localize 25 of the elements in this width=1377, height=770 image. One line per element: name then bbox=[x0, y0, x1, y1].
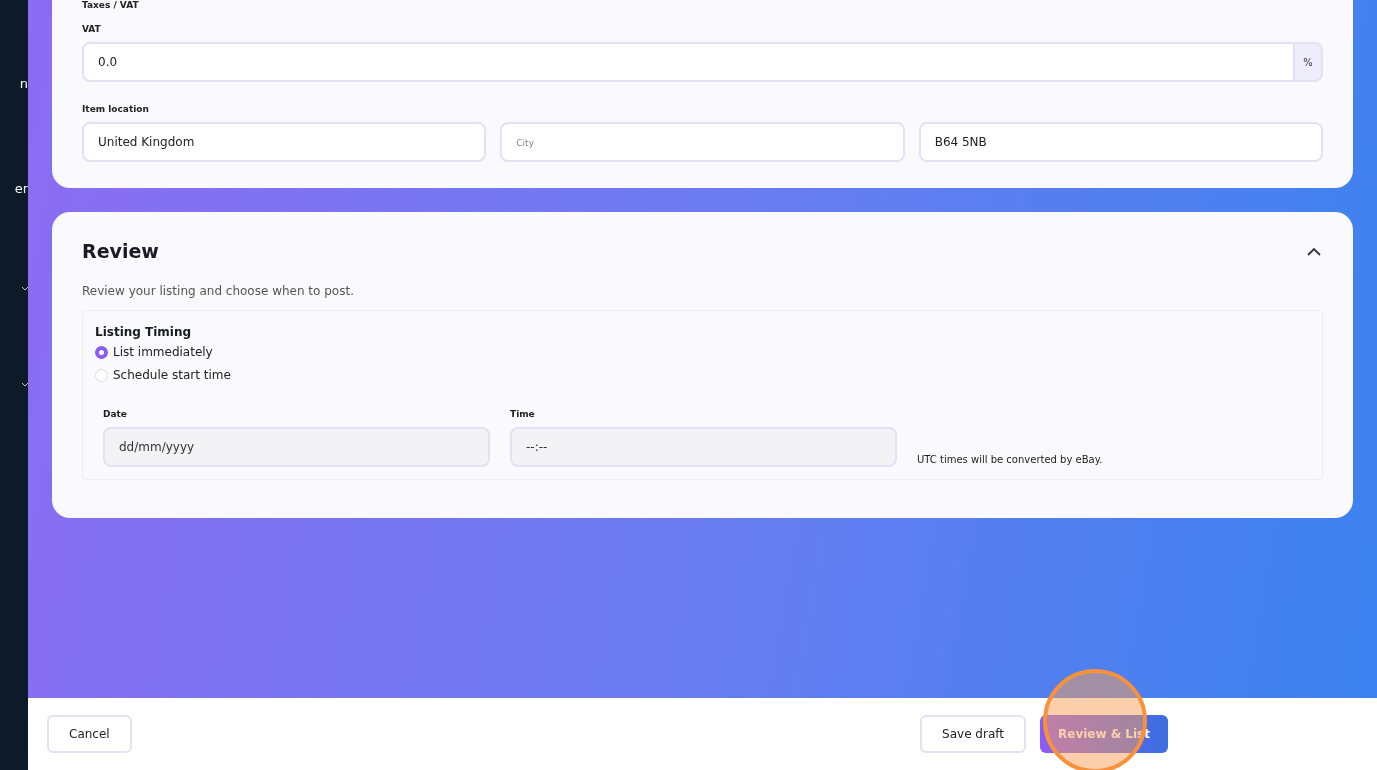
location-input[interactable]: United Kingdom bbox=[82, 122, 487, 162]
sidebar-item[interactable]: er bbox=[14, 181, 28, 196]
field-label: Time bbox=[510, 409, 536, 419]
timezone-note: UTC times will be converted by eBay. bbox=[917, 454, 1103, 465]
time-input[interactable]: --:-- bbox=[510, 427, 897, 467]
percent-addon: % bbox=[1295, 42, 1323, 82]
location-input[interactable]: City bbox=[500, 122, 905, 162]
field-label: Item location bbox=[82, 104, 150, 114]
cancel-button[interactable]: Cancel bbox=[47, 715, 132, 753]
location-input[interactable]: B64 5NB bbox=[918, 122, 1323, 162]
chevron-icon[interactable] bbox=[22, 382, 28, 388]
section-description: Review your listing and choose when to post. bbox=[82, 284, 355, 298]
section-title: Review bbox=[82, 240, 159, 262]
chevron-icon[interactable] bbox=[22, 286, 28, 292]
vat-input[interactable]: 0.0 bbox=[82, 42, 1295, 82]
radio-icon[interactable] bbox=[95, 345, 108, 359]
save-draft-button[interactable]: Save draft bbox=[920, 715, 1026, 753]
field-label: VAT bbox=[82, 24, 102, 34]
timing-title: Listing Timing bbox=[95, 325, 193, 339]
radio-option[interactable]: Schedule start time bbox=[95, 368, 1310, 382]
date-input[interactable]: dd/mm/yyyy bbox=[103, 427, 490, 467]
field-label: Date bbox=[103, 409, 128, 419]
sidebar-item[interactable]: n bbox=[19, 76, 28, 91]
section-label: Taxes / VAT bbox=[82, 0, 140, 10]
radio-option[interactable]: List immediately bbox=[95, 345, 1310, 359]
